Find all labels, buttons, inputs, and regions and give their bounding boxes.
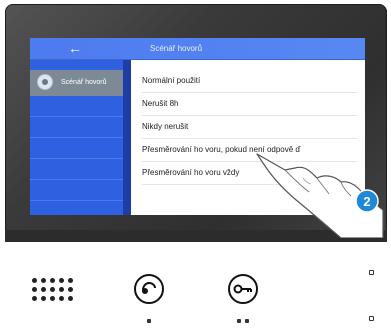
back-button[interactable]: ← [30, 38, 120, 59]
talk-indicator-led [147, 319, 151, 323]
status-led-bottom [369, 316, 374, 321]
unlock-indicator-led-2 [245, 319, 249, 323]
page-title: Scénář hovorů [150, 44, 203, 53]
sidebar-item-call-scenario[interactable]: Scénář hovorů [30, 70, 123, 96]
sidebar-divider [30, 180, 123, 201]
speaker-grille-icon [32, 278, 74, 304]
menu-item-normal-use[interactable]: Normální použití [142, 70, 357, 93]
sidebar-item-label: Scénář hovorů [61, 79, 107, 86]
step-badge: 2 [355, 189, 379, 213]
talk-button[interactable] [134, 274, 164, 304]
sidebar: Scénář hovorů [30, 60, 123, 215]
monitor-device: ← Scénář hovorů Scénář hovorů Normální p… [0, 0, 391, 334]
sidebar-divider [30, 117, 123, 138]
title-bar: ← Scénář hovorů [30, 38, 365, 60]
handset-icon [142, 281, 156, 294]
step-number: 2 [363, 194, 370, 209]
sidebar-divider [30, 159, 123, 180]
call-scenario-icon [37, 74, 53, 90]
sidebar-divider [30, 96, 123, 117]
key-icon [233, 284, 252, 294]
unlock-indicator-led-1 [237, 319, 241, 323]
status-led-top [369, 270, 374, 275]
back-arrow-icon: ← [68, 40, 82, 56]
menu-item-do-not-disturb-8h[interactable]: Nerušit 8h [142, 93, 357, 116]
unlock-button[interactable] [228, 274, 258, 304]
control-panel [5, 242, 387, 334]
menu-item-never-disturb[interactable]: Nikdy nerušit [142, 116, 357, 139]
sidebar-divider [30, 138, 123, 159]
